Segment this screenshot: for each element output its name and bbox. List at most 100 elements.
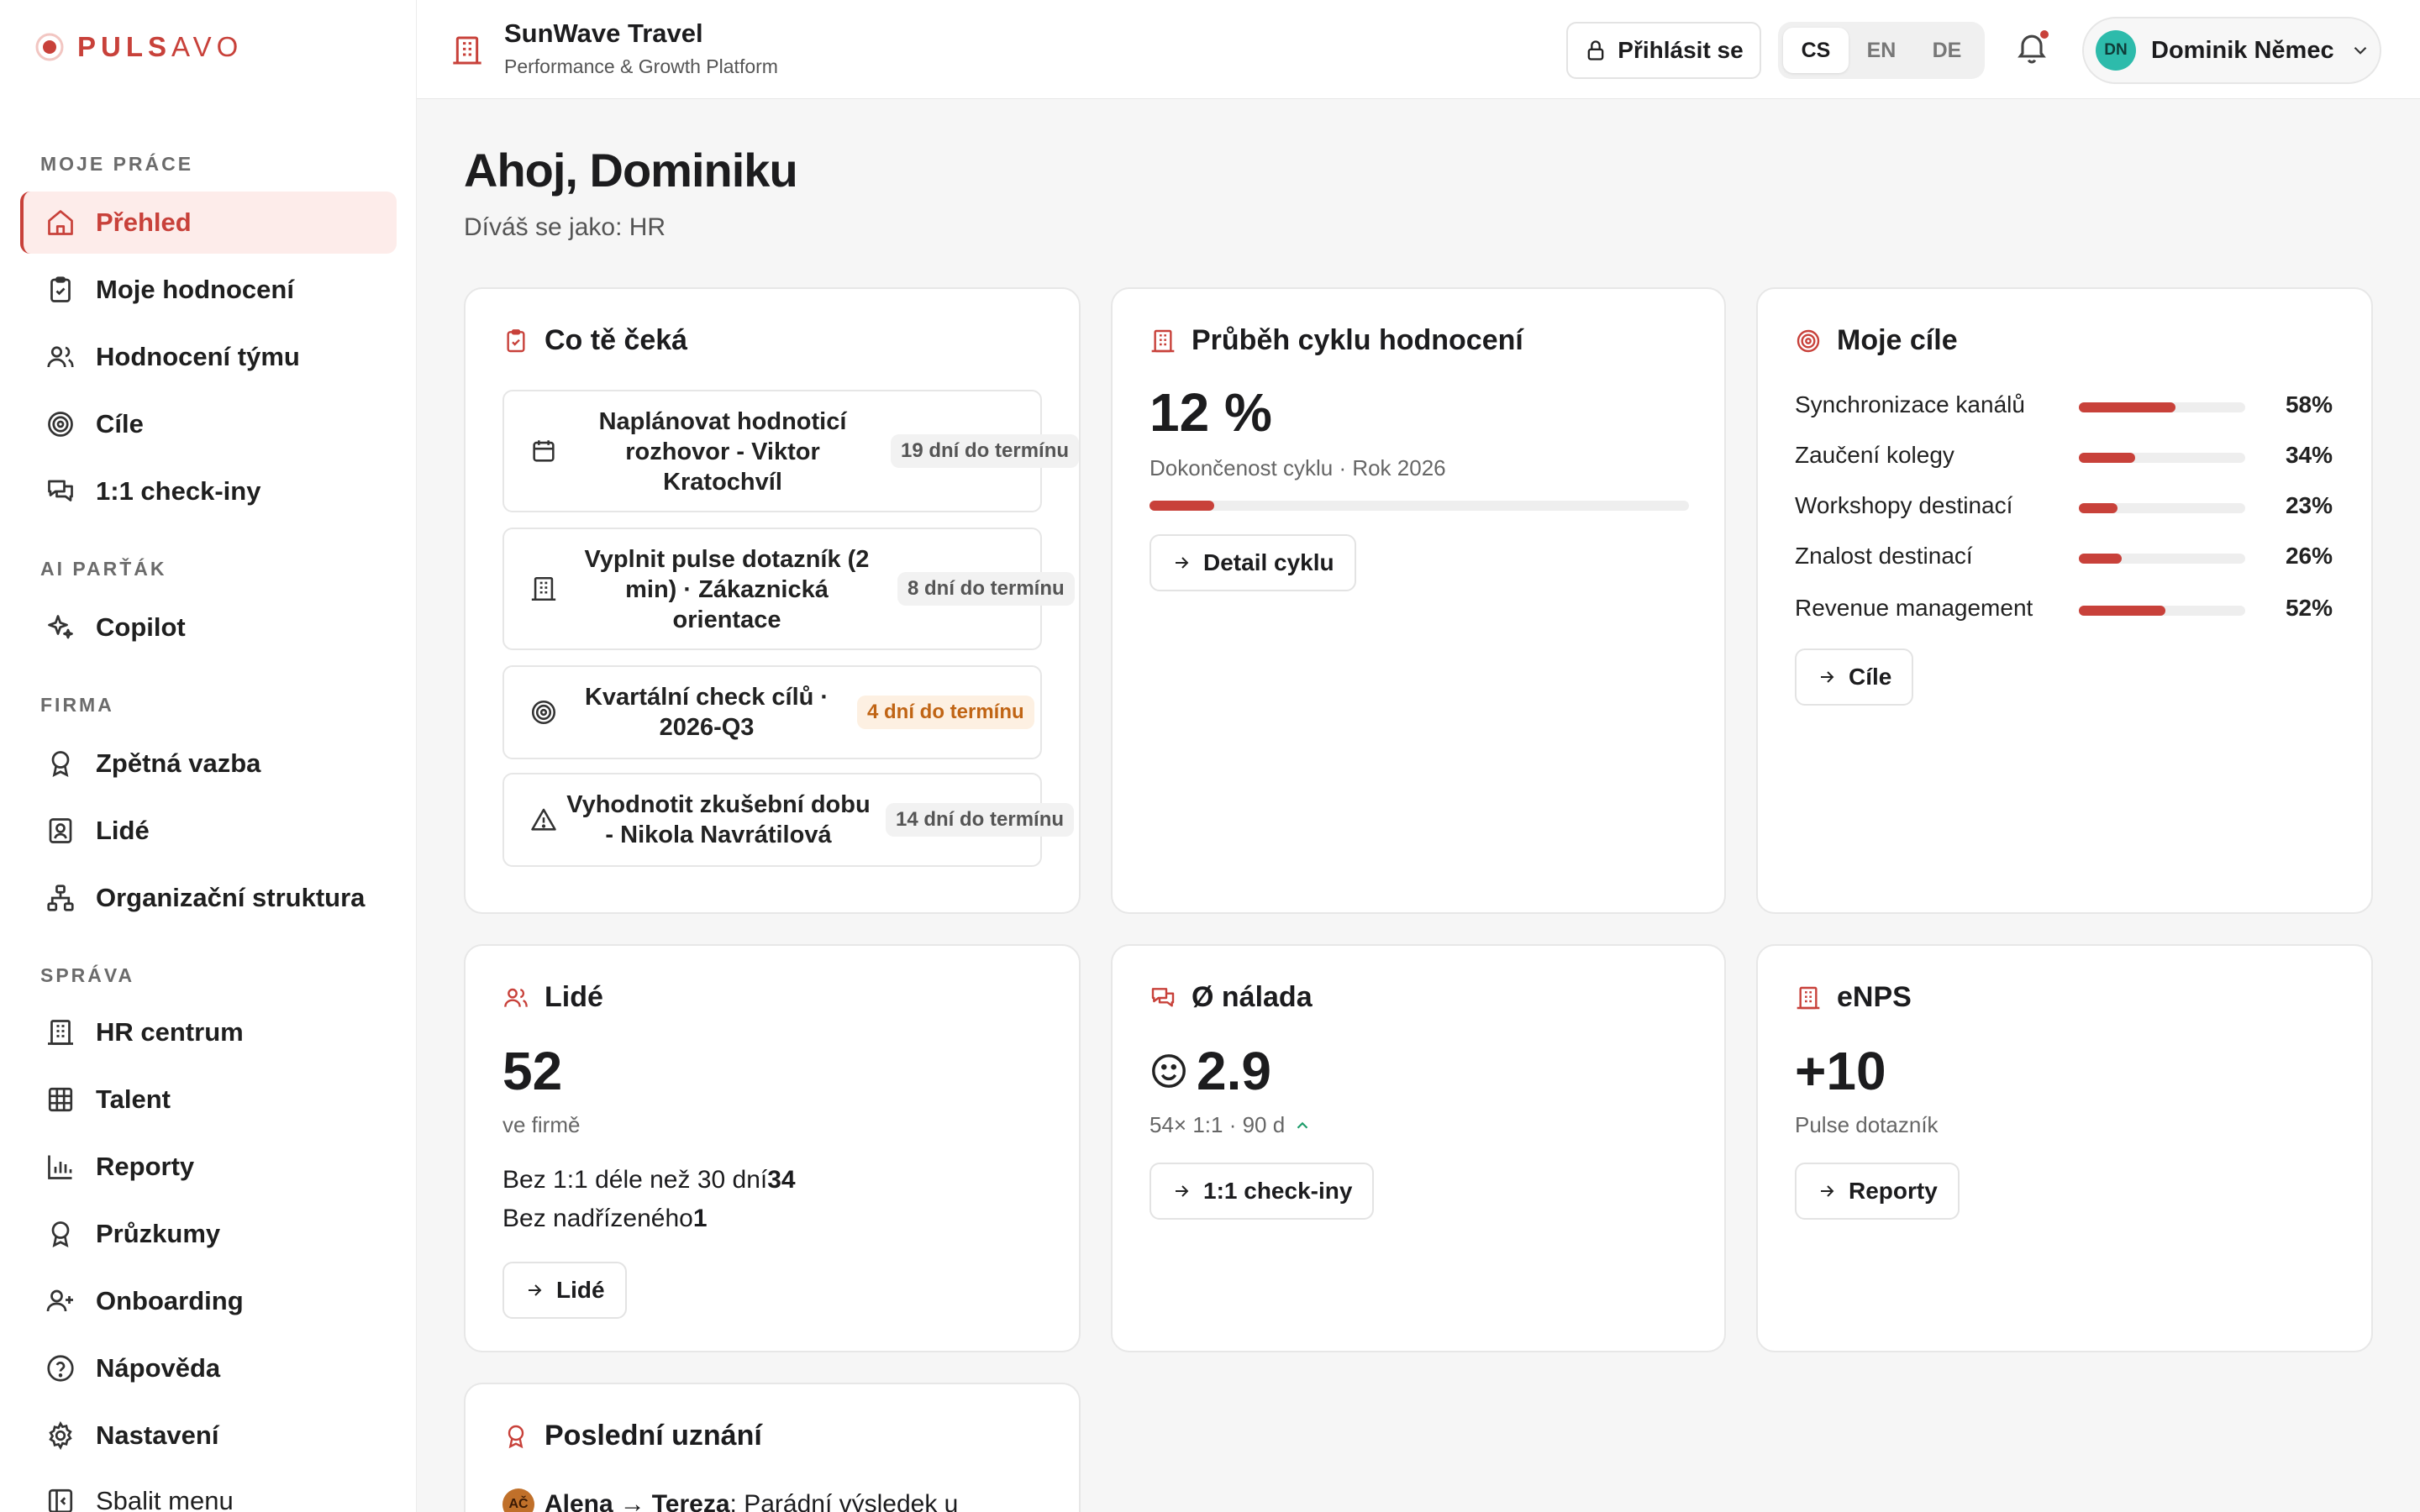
lang-cs[interactable]: CS <box>1783 28 1849 73</box>
goals-button[interactable]: Cíle <box>1795 648 1914 706</box>
people-card: Lidé 52 ve firmě Bez 1:1 déle než 30 dní… <box>464 944 1081 1352</box>
card-title: Co tě čeká <box>502 324 687 357</box>
sidebar-item-talent[interactable]: Talent <box>20 1068 397 1131</box>
page-title: Ahoj, Dominiku <box>464 144 798 197</box>
enps-card: eNPS +10 Pulse dotazník Reporty <box>1756 944 2373 1352</box>
sidebar-item-overview[interactable]: Přehled <box>20 192 397 254</box>
logo[interactable]: PULSAVO <box>35 30 243 64</box>
task-item[interactable]: Naplánovat hodnoticí rozhovor - Viktor K… <box>502 390 1079 512</box>
lang-en[interactable]: EN <box>1849 28 1914 73</box>
users-icon <box>44 340 77 374</box>
language-switcher: CS EN DE <box>1778 22 1985 79</box>
org-chart-icon <box>44 881 77 915</box>
award-icon <box>44 747 77 780</box>
review-cycle-card: Průběh cyklu hodnocení 12 % Dokončenost … <box>1111 287 1726 914</box>
goal-row[interactable]: Workshopy destinací 23% <box>1795 491 2333 524</box>
goal-row[interactable]: Synchronizace kanálů 58% <box>1795 390 2333 423</box>
sidebar-item-copilot[interactable]: Copilot <box>20 596 397 659</box>
section-title-admin: SPRÁVA <box>40 964 135 986</box>
sidebar-item-org-structure[interactable]: Organizační struktura <box>20 867 397 929</box>
people-count: 52 <box>502 1041 563 1101</box>
login-button[interactable]: Přihlásit se <box>1566 22 1761 79</box>
mood-caption: 54× 1:1 · 90 d <box>1150 1112 1312 1138</box>
trend-up-icon <box>1297 1121 1308 1129</box>
sidebar-item-feedback[interactable]: Zpětná vazba <box>20 732 397 795</box>
card-title: Moje cíle <box>1795 324 1958 357</box>
user-name: Dominik Němec <box>2151 36 2334 64</box>
warning-icon <box>531 808 556 831</box>
clipboard-icon <box>502 326 533 356</box>
people-caption: ve firmě <box>502 1112 581 1137</box>
notifications-button[interactable] <box>2013 29 2054 69</box>
due-badge: 8 dní do termínu <box>897 572 1075 606</box>
company-name: SunWave Travel <box>504 18 703 48</box>
arrow-right-icon <box>1821 1185 1834 1197</box>
building-icon <box>44 1016 77 1049</box>
enps-caption: Pulse dotazník <box>1795 1112 1939 1137</box>
user-menu[interactable]: DN Dominik Němec <box>2082 17 2381 84</box>
sidebar-item-team-reviews[interactable]: Hodnocení týmu <box>20 326 397 388</box>
chat-icon <box>1150 983 1180 1013</box>
target-icon <box>44 407 77 441</box>
calendar-icon <box>533 440 555 462</box>
no-manager-stat: Bez nadřízeného1 <box>502 1205 708 1232</box>
sidebar-item-surveys[interactable]: Průzkumy <box>20 1203 397 1265</box>
card-title: Lidé <box>502 981 603 1014</box>
cycle-detail-button[interactable]: Detail cyklu <box>1150 534 1356 591</box>
top-bar: SunWave Travel Performance & Growth Plat… <box>417 0 2420 99</box>
arrow-right-icon <box>1176 1185 1189 1197</box>
section-title-company: FIRMA <box>40 694 114 716</box>
building-icon <box>531 576 556 601</box>
home-icon <box>44 206 77 239</box>
sidebar-item-reports[interactable]: Reporty <box>20 1136 397 1198</box>
section-title-ai: AI PARŤÁK <box>40 558 167 580</box>
avatar: DN <box>2096 30 2136 71</box>
task-item[interactable]: Vyplnit pulse dotazník (2 min) · Zákazni… <box>502 528 1075 650</box>
cycle-progress-bar <box>1150 501 1689 511</box>
sidebar-item-onboarding[interactable]: Onboarding <box>20 1270 397 1332</box>
platform-name: Performance & Growth Platform <box>504 55 778 77</box>
clipboard-icon <box>44 273 77 307</box>
people-button[interactable]: Lidé <box>502 1262 627 1319</box>
sidebar-collapse-button[interactable]: Sbalit menu <box>20 1470 397 1512</box>
chat-icon <box>44 475 77 508</box>
sidebar-item-settings[interactable]: Nastavení <box>20 1404 397 1467</box>
lang-de[interactable]: DE <box>1914 28 1980 73</box>
my-goals-card: Moje cíle Synchronizace kanálů 58% Zaučen… <box>1756 287 2373 914</box>
sidebar-item-checkins[interactable]: 1:1 check-iny <box>20 460 397 522</box>
avatar: AČ <box>502 1488 534 1512</box>
goal-row[interactable]: Zaučení kolegy 34% <box>1795 440 2333 474</box>
sidebar-item-my-reviews[interactable]: Moje hodnocení <box>20 259 397 321</box>
lock-icon <box>1587 40 1604 60</box>
recognition-item[interactable]: AČ Alena → Tereza : Parádní výsledek u <box>502 1488 958 1512</box>
card-title: Ø nálada <box>1150 981 1313 1014</box>
help-icon <box>44 1352 77 1385</box>
collapse-icon <box>44 1484 77 1512</box>
reports-button[interactable]: Reporty <box>1795 1163 1960 1220</box>
arrow-right-icon <box>529 1284 542 1296</box>
sidebar: PULSAVO MOJE PRÁCE Přehled Moje hodnocen… <box>0 0 417 1512</box>
card-title: Poslední uznání <box>502 1420 762 1452</box>
todo-card: Co tě čeká Naplánovat hodnoticí rozhovor… <box>464 287 1081 914</box>
sidebar-item-hr-center[interactable]: HR centrum <box>20 1001 397 1063</box>
arrow-right-icon <box>1176 557 1189 569</box>
target-icon <box>1795 326 1825 356</box>
bar-chart-icon <box>44 1150 77 1184</box>
checkins-button[interactable]: 1:1 check-iny <box>1150 1163 1375 1220</box>
goal-row[interactable]: Znalost destinací 26% <box>1795 541 2333 575</box>
viewing-as: Díváš se jako: HR <box>464 213 666 241</box>
enps-value: +10 <box>1795 1041 1886 1101</box>
mood-card: Ø nálada 2.9 54× 1:1 · 90 d 1:1 check-in… <box>1111 944 1726 1352</box>
building-icon <box>450 34 484 67</box>
id-card-icon <box>44 814 77 848</box>
sidebar-item-people[interactable]: Lidé <box>20 800 397 862</box>
task-item[interactable]: Vyhodnotit zkušební dobu - Nikola Navrát… <box>502 773 1075 867</box>
sidebar-item-goals[interactable]: Cíle <box>20 393 397 455</box>
sidebar-item-help[interactable]: Nápověda <box>20 1337 397 1399</box>
goal-row[interactable]: Revenue management 52% <box>1795 593 2333 627</box>
task-item[interactable]: Kvartální check cílů · 2026-Q3 4 dní do … <box>502 665 1042 759</box>
users-icon <box>502 983 533 1013</box>
target-icon <box>531 700 556 725</box>
due-badge: 19 dní do termínu <box>891 434 1079 468</box>
user-plus-icon <box>44 1284 77 1318</box>
